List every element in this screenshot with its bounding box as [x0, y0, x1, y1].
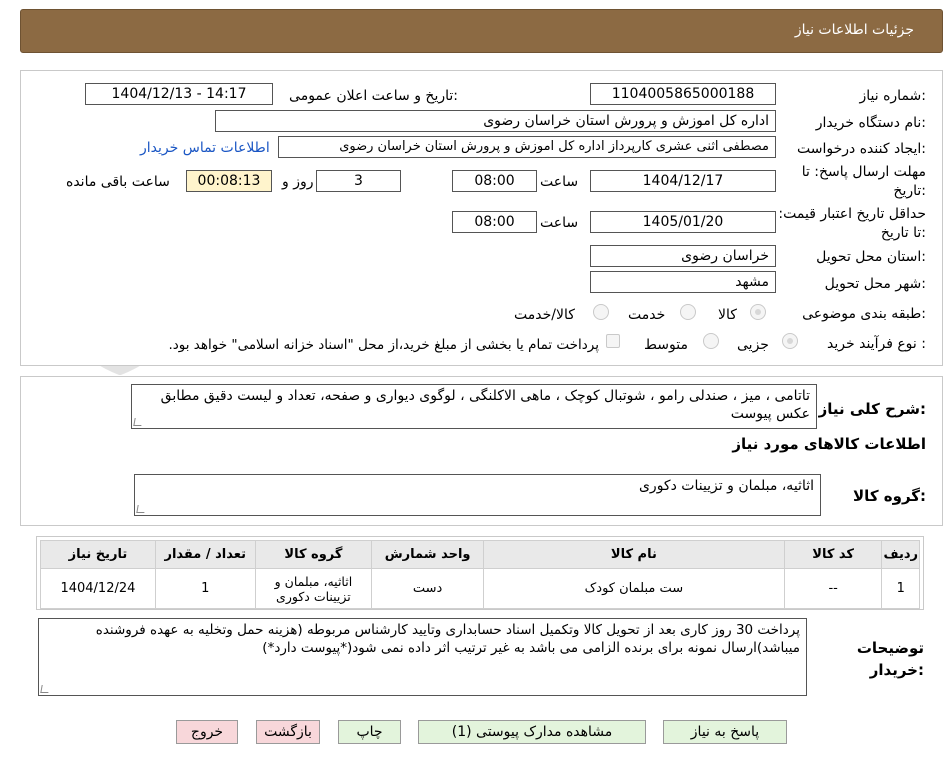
print-button[interactable]: چاپ: [338, 720, 401, 744]
days-label: روز و: [282, 174, 314, 190]
category-radio-service[interactable]: [680, 304, 696, 320]
goods-group-textarea[interactable]: اثاثیه، مبلمان و تزیینات دکوری: [134, 474, 821, 516]
col-item-code: کد کالا: [783, 540, 883, 569]
exit-button[interactable]: خروج: [176, 720, 238, 744]
description-label: شرح کلی نیاز:: [818, 400, 926, 418]
category-option-service: خدمت: [628, 307, 666, 323]
need-number-label: شماره نیاز:: [859, 88, 926, 104]
buyer-label: نام دستگاه خریدار:: [815, 115, 926, 131]
cell-row-number: 1: [881, 568, 920, 609]
remaining-label: ساعت باقی مانده: [66, 174, 170, 190]
treasury-checkbox[interactable]: [606, 334, 620, 348]
cell-goods-group: اثاثیه، مبلمان و تزیینات دکوری: [254, 568, 373, 609]
deadline-date-field[interactable]: 1404/12/17: [590, 170, 776, 192]
reply-button[interactable]: پاسخ به نیاز: [663, 720, 787, 744]
deadline-time-label: ساعت: [540, 174, 579, 190]
deadline-label: مهلت ارسال پاسخ: تا تاریخ:: [801, 164, 926, 199]
buyer-notes-text: پرداخت 30 روز کاری بعد از تحویل کالا وتک…: [95, 622, 800, 656]
table-header-row: ردیف کد کالا نام کالا واحد شمارش گروه کا…: [40, 540, 920, 569]
buyer-notes-label: توضیحات خریدار:: [856, 639, 924, 679]
remaining-time-field: 00:08:13: [186, 170, 272, 192]
table-row[interactable]: 1 -- ست مبلمان کودک دست اثاثیه، مبلمان و…: [40, 568, 920, 609]
cell-item-name: ست مبلمان کودک: [482, 568, 785, 609]
creator-label: ایجاد کننده درخواست:: [797, 141, 926, 157]
page-title: جزئیات اطلاعات نیاز: [794, 22, 914, 38]
process-option-medium: متوسط: [644, 337, 688, 353]
description-text: تاتامی ، میز ، صندلی رامو ، شوتبال کوچک …: [160, 388, 810, 422]
goods-group-text: اثاثیه، مبلمان و تزیینات دکوری: [638, 478, 814, 494]
page-header: جزئیات اطلاعات نیاز: [20, 9, 943, 53]
validity-label: حداقل تاریخ اعتبار قیمت: تا تاریخ:: [778, 206, 926, 241]
col-quantity: تعداد / مقدار: [154, 540, 256, 569]
items-table: ردیف کد کالا نام کالا واحد شمارش گروه کا…: [40, 540, 920, 609]
validity-time-label: ساعت: [540, 215, 579, 231]
goods-group-label: گروه کالا:: [853, 487, 926, 505]
col-need-date: تاریخ نیاز: [40, 540, 156, 569]
cell-need-date: 1404/12/24: [40, 568, 156, 609]
process-option-minor: جزیی: [737, 337, 769, 353]
category-radio-goods-service[interactable]: [593, 304, 609, 320]
deadline-time-field[interactable]: 08:00: [452, 170, 537, 192]
province-label: استان محل تحویل:: [816, 249, 926, 265]
buyer-notes-textarea[interactable]: پرداخت 30 روز کاری بعد از تحویل کالا وتک…: [38, 618, 807, 696]
announce-label: تاریخ و ساعت اعلان عمومی:: [289, 88, 458, 104]
buyer-contact-link[interactable]: اطلاعات تماس خریدار: [140, 140, 270, 156]
col-row-number: ردیف: [881, 540, 920, 569]
process-label: نوع فرآیند خرید :: [827, 336, 926, 352]
col-unit: واحد شمارش: [371, 540, 484, 569]
category-label: طبقه بندی موضوعی:: [802, 306, 926, 322]
treasury-note: پرداخت تمام یا بخشی از مبلغ خرید،از محل …: [168, 337, 599, 353]
category-radio-goods[interactable]: [750, 304, 766, 320]
buyer-field[interactable]: اداره کل اموزش و پرورش استان خراسان رضوی: [215, 110, 776, 132]
category-option-goods-service: کالا/خدمت: [514, 307, 575, 323]
cell-unit: دست: [371, 568, 484, 609]
process-radio-medium[interactable]: [703, 333, 719, 349]
goods-info-title: اطلاعات کالاهای مورد نیاز: [732, 435, 926, 453]
back-button[interactable]: بازگشت: [256, 720, 320, 744]
resize-grip-icon[interactable]: [40, 685, 50, 693]
resize-grip-icon[interactable]: [136, 505, 146, 513]
announce-field[interactable]: 1404/12/13 - 14:17: [85, 83, 273, 105]
col-goods-group: گروه کالا: [254, 540, 373, 569]
view-attachments-button[interactable]: مشاهده مدارک پیوستی (1): [418, 720, 646, 744]
col-item-name: نام کالا: [482, 540, 785, 569]
description-textarea[interactable]: تاتامی ، میز ، صندلی رامو ، شوتبال کوچک …: [131, 384, 817, 429]
province-field[interactable]: خراسان رضوی: [590, 245, 776, 267]
validity-time-field[interactable]: 08:00: [452, 211, 537, 233]
resize-grip-icon[interactable]: [133, 418, 143, 426]
need-number-field[interactable]: 1104005865000188: [590, 83, 776, 105]
cell-item-code: --: [783, 568, 883, 609]
city-field[interactable]: مشهد: [590, 271, 776, 293]
city-label: شهر محل تحویل:: [824, 276, 926, 292]
category-option-goods: کالا: [718, 307, 737, 323]
process-radio-minor[interactable]: [782, 333, 798, 349]
creator-field[interactable]: مصطفی اثنی عشری کارپرداز اداره کل اموزش …: [278, 136, 776, 158]
validity-date-field[interactable]: 1405/01/20: [590, 211, 776, 233]
days-field[interactable]: 3: [316, 170, 401, 192]
cell-quantity: 1: [154, 568, 256, 609]
